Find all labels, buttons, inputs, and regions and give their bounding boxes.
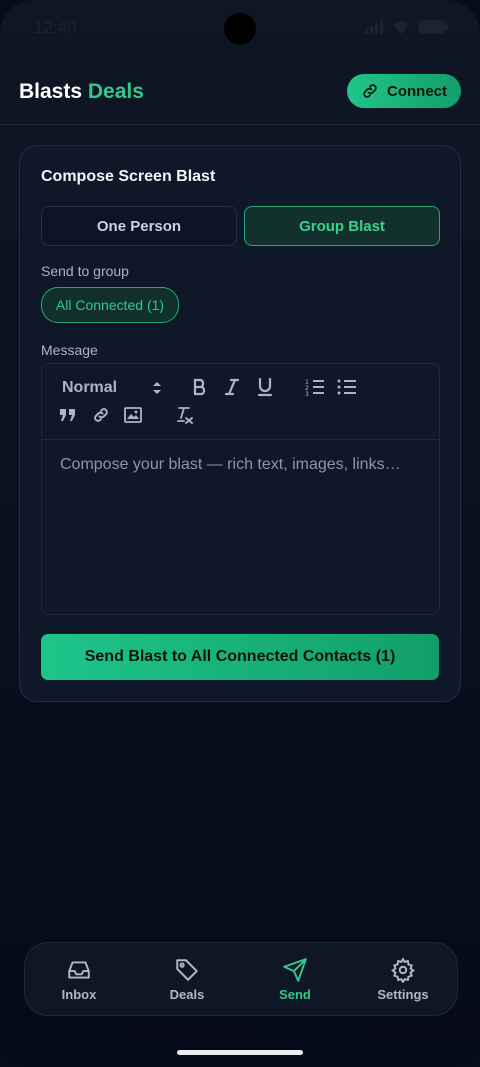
bold-icon[interactable]	[190, 376, 210, 398]
gear-icon	[391, 957, 415, 983]
tab-deals-label: Deals	[169, 987, 205, 1002]
bullet-list-icon[interactable]	[336, 376, 358, 398]
tab-inbox-label: Inbox	[61, 987, 97, 1002]
underline-icon[interactable]	[254, 376, 276, 398]
tab-send-label: Send	[279, 987, 311, 1002]
tab-send[interactable]: Send	[241, 943, 349, 1015]
connect-label: Connect	[387, 82, 447, 100]
brand-part2: Deals	[87, 80, 144, 103]
connect-button[interactable]: Connect	[347, 74, 461, 108]
select-arrows-icon	[153, 382, 161, 394]
message-label: Message	[41, 342, 98, 358]
link-icon	[363, 84, 377, 98]
blockquote-icon[interactable]	[58, 405, 78, 425]
send-icon	[283, 958, 307, 982]
status-bar: 12:40	[0, 0, 480, 56]
mode-one-person-button[interactable]: One Person	[41, 206, 237, 246]
bottom-tab-bar: Inbox Deals Send Settings	[24, 942, 458, 1016]
italic-icon[interactable]	[222, 376, 242, 398]
compose-title: Compose Screen Blast	[41, 168, 216, 185]
ordered-list-icon[interactable]: 123	[304, 376, 326, 398]
send-to-label: Send to group	[41, 263, 129, 279]
compose-card: Compose Screen Blast One Person Group Bl…	[19, 145, 461, 702]
system-icons	[364, 20, 448, 34]
status-time: 12:40	[34, 18, 77, 37]
mode-group-blast-button[interactable]: Group Blast	[244, 206, 440, 246]
group-chip-all-connected[interactable]: All Connected (1)	[41, 287, 179, 323]
image-icon[interactable]	[122, 404, 144, 426]
message-editor: Normal 123 Compose your blast — rich tex…	[41, 363, 440, 615]
home-indicator[interactable]	[177, 1050, 303, 1055]
tab-inbox[interactable]: Inbox	[25, 943, 133, 1015]
svg-text:3: 3	[305, 391, 309, 396]
editor-toolbar: Normal 123	[42, 364, 439, 440]
battery-icon	[418, 20, 448, 34]
signal-icon	[365, 20, 383, 34]
wifi-icon	[393, 21, 409, 34]
tab-settings-label: Settings	[377, 987, 429, 1002]
tab-deals[interactable]: Deals	[133, 943, 241, 1015]
brand-title: Blasts Deals	[19, 80, 144, 104]
app-header: Blasts Deals Connect	[0, 56, 480, 125]
tag-icon	[176, 959, 198, 981]
format-select[interactable]: Normal	[62, 377, 162, 399]
message-input-placeholder[interactable]: Compose your blast — rich text, images, …	[60, 456, 401, 474]
clear-format-icon[interactable]	[174, 404, 196, 426]
phone-screen: 12:40 Blasts Deals Connect Compose Scree…	[0, 0, 480, 1067]
brand-part1: Blasts	[19, 80, 83, 103]
tab-settings[interactable]: Settings	[349, 943, 457, 1015]
camera-cutout	[224, 13, 256, 45]
send-blast-button[interactable]: Send Blast to All Connected Contacts (1)	[41, 634, 439, 680]
format-select-value: Normal	[62, 379, 118, 396]
inbox-icon	[68, 961, 90, 979]
insert-link-icon[interactable]	[90, 404, 112, 426]
